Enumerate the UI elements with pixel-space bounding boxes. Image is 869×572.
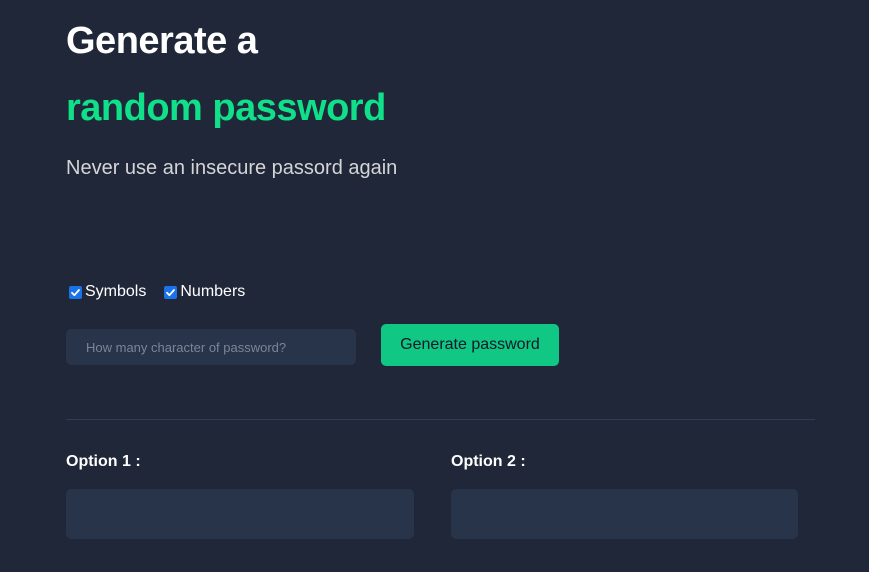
page-title: Generate a bbox=[66, 20, 258, 62]
checkmark-icon bbox=[166, 288, 176, 296]
password-generator-page: Generate a random password Never use an … bbox=[0, 0, 869, 572]
numbers-label: Numbers bbox=[180, 283, 246, 300]
checkmark-icon bbox=[71, 288, 80, 296]
option-2-label: Option 2 : bbox=[451, 453, 526, 470]
option-1-output[interactable] bbox=[66, 489, 414, 539]
generate-password-button[interactable]: Generate password bbox=[381, 324, 559, 366]
symbols-option[interactable]: Symbols bbox=[69, 283, 146, 301]
password-length-input[interactable] bbox=[66, 329, 356, 365]
numbers-option[interactable]: Numbers bbox=[164, 283, 245, 301]
page-title-highlight: random password bbox=[66, 87, 386, 129]
symbols-checkbox[interactable] bbox=[69, 285, 82, 299]
option-1-label: Option 1 : bbox=[66, 453, 141, 470]
page-subtitle: Never use an insecure passord again bbox=[66, 157, 398, 179]
option-2-output[interactable] bbox=[451, 489, 798, 539]
symbols-label: Symbols bbox=[85, 283, 147, 300]
character-options: Symbols Numbers bbox=[69, 283, 263, 301]
numbers-checkbox[interactable] bbox=[164, 285, 178, 299]
section-divider bbox=[66, 419, 815, 420]
